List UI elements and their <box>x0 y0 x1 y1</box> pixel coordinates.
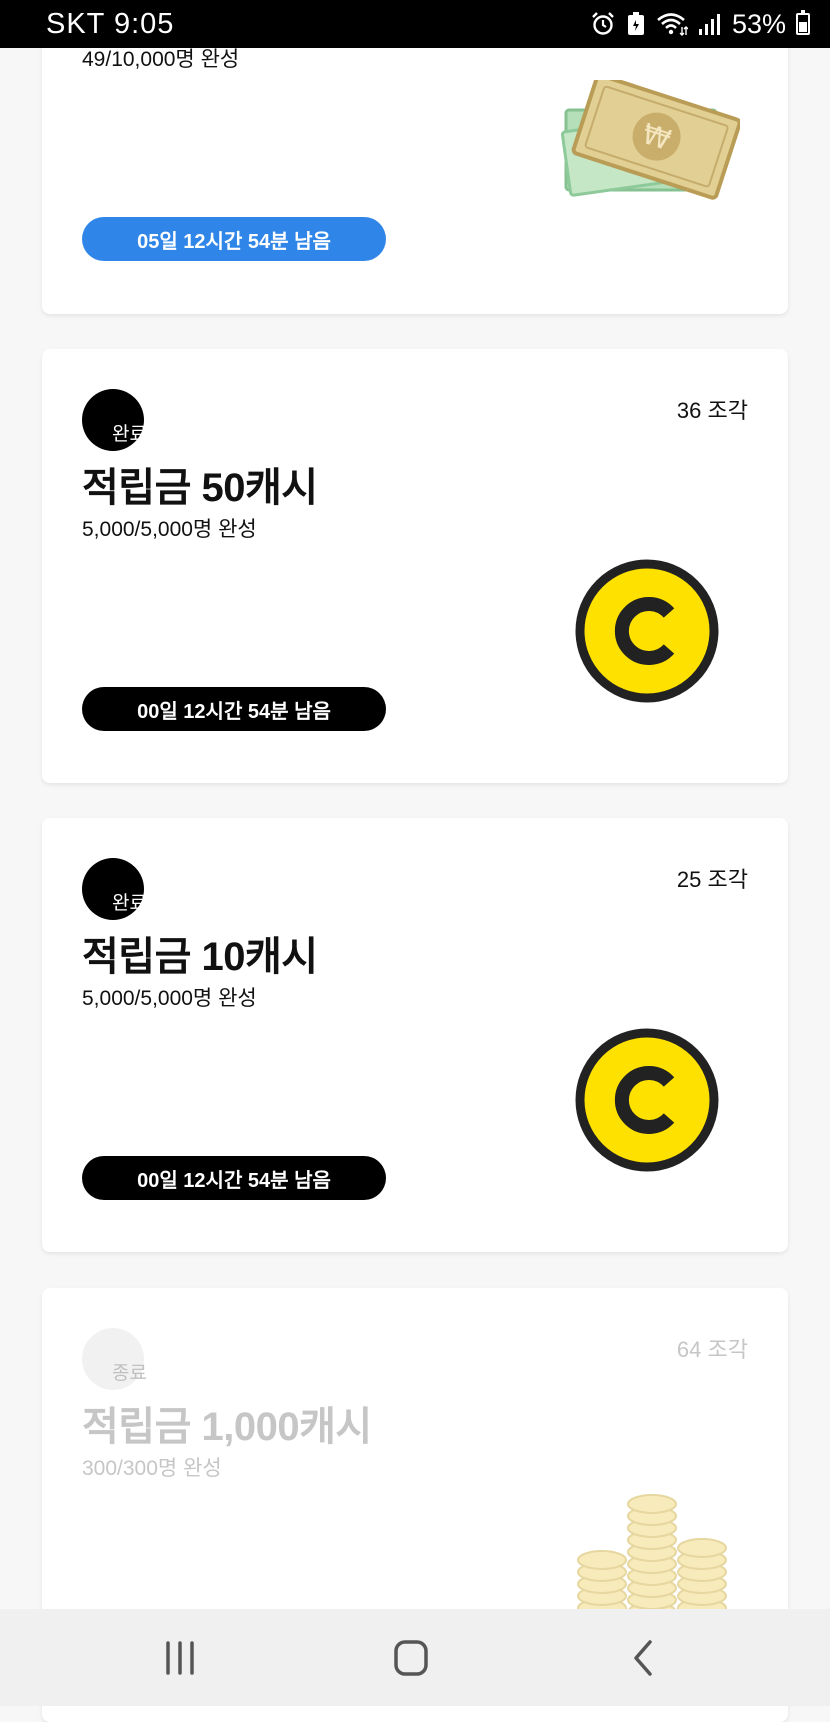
clock: 9:05 <box>113 7 175 40</box>
home-icon[interactable] <box>390 1637 434 1679</box>
gold-coin-stack-icon <box>577 1494 727 1622</box>
card-timer: 05일 12시간 54분 남음 <box>82 217 386 261</box>
carrier-label: SKT <box>46 7 105 40</box>
alarm-icon <box>592 12 614 35</box>
piece-count: 36 조각 <box>676 398 748 423</box>
status-left: SKT 9:05 <box>46 8 174 41</box>
coin-c-icon <box>575 559 719 703</box>
status-badge: 완료 <box>82 389 147 451</box>
navigation-bar <box>0 1609 830 1706</box>
cash-bills-icon: ₩ <box>560 80 740 200</box>
battery-saver-icon <box>627 12 644 35</box>
card-title: 적립금 50캐시 <box>82 466 318 510</box>
piece-count: 64 조각 <box>676 1337 748 1362</box>
status-badge-label: 완료 <box>112 424 147 445</box>
reward-card[interactable]: 36 조각 완료 적립금 50캐시 5,000/5,000명 완성 00일 12… <box>42 349 788 783</box>
card-timer: 00일 12시간 54분 남음 <box>82 1156 386 1200</box>
card-title: 적립금 1,000캐시 <box>82 1405 372 1449</box>
signal-icon <box>698 14 720 35</box>
card-timer: 00일 12시간 54분 남음 <box>82 687 386 731</box>
reward-card[interactable]: 25 조각 완료 적립금 10캐시 5,000/5,000명 완성 00일 12… <box>42 818 788 1252</box>
back-icon[interactable] <box>622 1637 666 1679</box>
status-bar: SKT 9:05 53% <box>0 0 830 48</box>
card-progress: 5,000/5,000명 완성 <box>82 518 257 541</box>
wifi-icon <box>657 13 688 36</box>
card-title: 적립금 10캐시 <box>82 935 318 979</box>
coin-c-icon <box>575 1028 719 1172</box>
status-right: 53% <box>590 9 810 40</box>
status-badge-label: 종료 <box>112 1363 147 1384</box>
card-progress: 300/300명 완성 <box>82 1457 222 1480</box>
battery-icon <box>796 10 810 35</box>
status-badge: 완료 <box>82 858 147 920</box>
status-badge-label: 완료 <box>112 893 147 914</box>
piece-count: 25 조각 <box>676 867 748 892</box>
recent-apps-icon[interactable] <box>158 1637 202 1679</box>
card-progress: 5,000/5,000명 완성 <box>82 987 257 1010</box>
status-badge: 종료 <box>82 1328 147 1390</box>
battery-percent: 53% <box>731 8 786 39</box>
